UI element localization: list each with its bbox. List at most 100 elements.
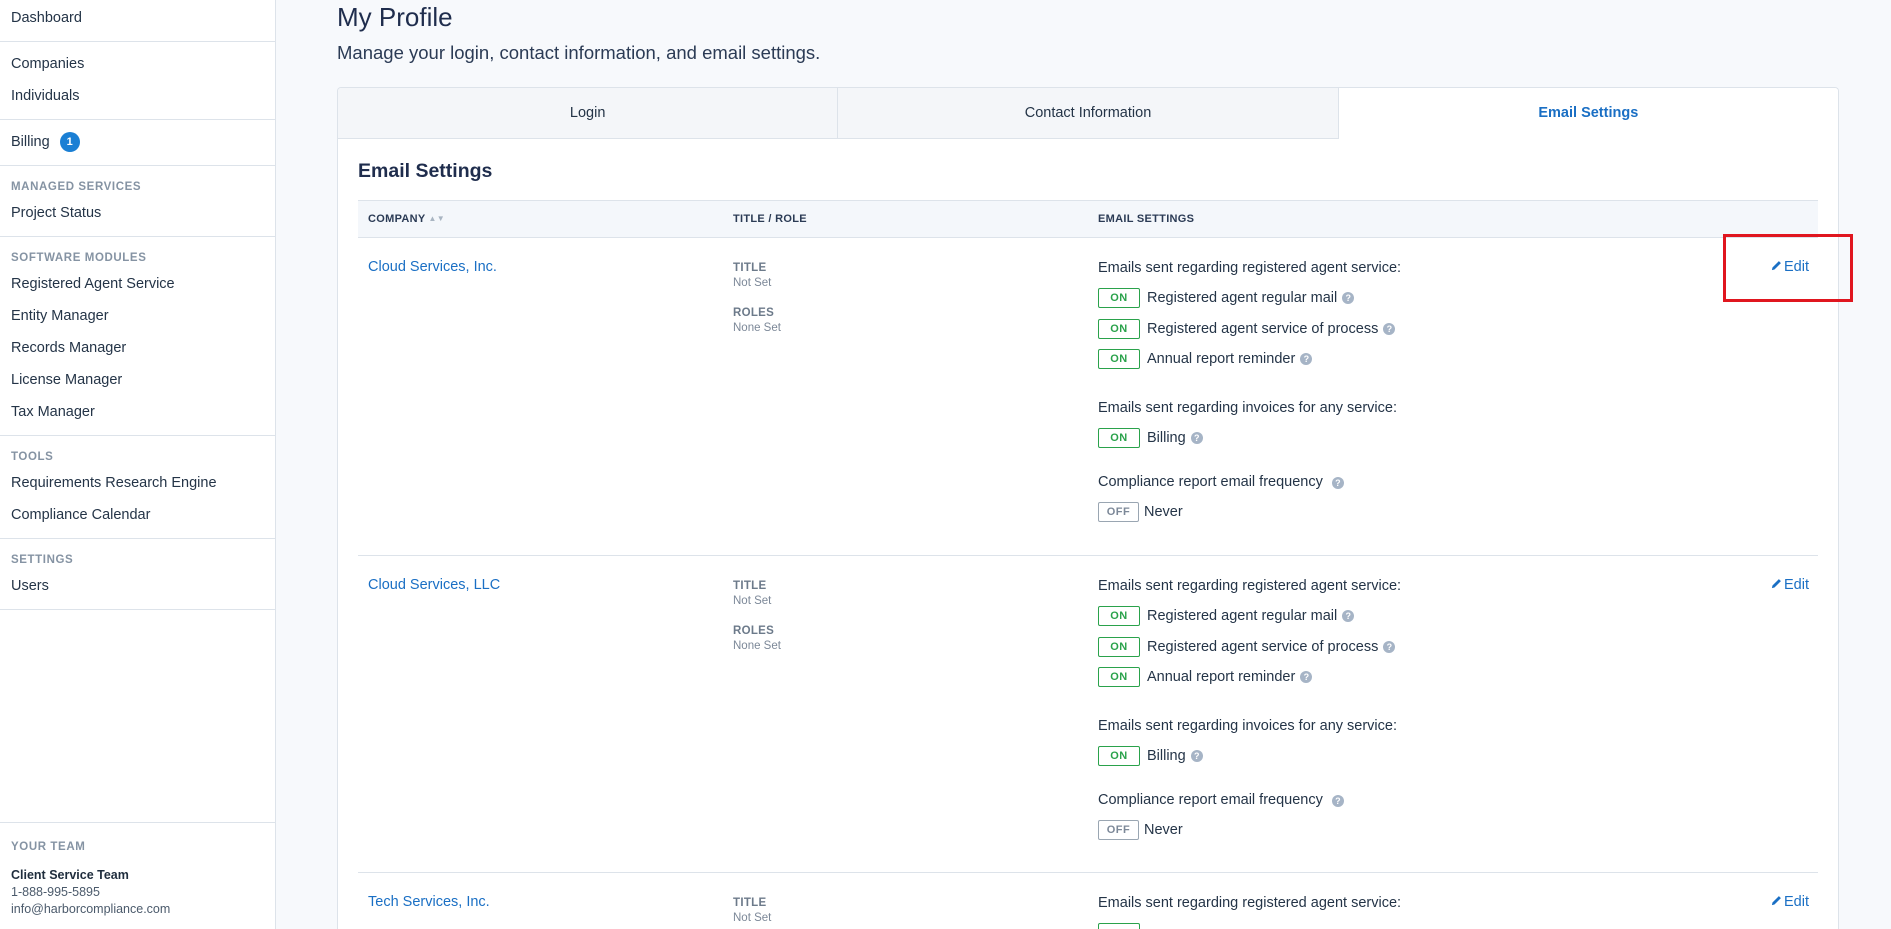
tab-contact-information[interactable]: Contact Information (838, 88, 1339, 139)
tab-email-settings[interactable]: Email Settings (1338, 88, 1838, 139)
sidebar: Dashboard Companies Individuals Billing … (0, 0, 276, 929)
sidebar-item-companies[interactable]: Companies (0, 48, 275, 80)
edit-button[interactable]: Edit (1771, 577, 1809, 593)
tab-login[interactable]: Login (338, 88, 839, 139)
sidebar-item-individuals[interactable]: Individuals (0, 80, 275, 112)
setting-label: Never (1144, 504, 1183, 520)
help-icon[interactable]: ? (1342, 292, 1355, 304)
table-row: Cloud Services, Inc. TITLE Not Set ROLES… (358, 238, 1818, 556)
sidebar-item-records-manager[interactable]: Records Manager (0, 332, 275, 364)
status-badge-off: OFF (1098, 502, 1139, 522)
nav-group-billing: Billing 1 (0, 120, 275, 166)
sidebar-item-registered-agent[interactable]: Registered Agent Service (0, 268, 275, 300)
sidebar-item-compliance-calendar[interactable]: Compliance Calendar (0, 499, 275, 531)
help-icon[interactable]: ? (1300, 353, 1313, 365)
sidebar-item-project-status[interactable]: Project Status (0, 197, 275, 229)
sidebar-item-entity-manager[interactable]: Entity Manager (0, 300, 275, 332)
sidebar-item-dashboard[interactable]: Dashboard (0, 2, 275, 34)
profile-tabs: Login Contact Information Email Settings (338, 88, 1838, 139)
help-icon[interactable]: ? (1342, 610, 1355, 622)
setting-label: Annual report reminder (1147, 669, 1296, 685)
setting-label: Registered agent regular mail (1147, 290, 1338, 306)
sidebar-item-billing[interactable]: Billing 1 (0, 126, 275, 158)
setting-billing: ON Billing ? (1098, 745, 1658, 766)
help-icon[interactable]: ? (1331, 795, 1344, 807)
nav-group-software: SOFTWARE MODULES Registered Agent Servic… (0, 237, 275, 436)
nav-group-settings: SETTINGS Users (0, 539, 275, 610)
setting-regular-mail: ON Registered agent regular mail ? (1098, 288, 1658, 308)
group-title-agent: Emails sent regarding registered agent s… (1098, 895, 1402, 911)
company-link[interactable]: Cloud Services, Inc. (368, 259, 497, 275)
company-link[interactable]: Tech Services, Inc. (368, 894, 490, 910)
email-settings-table: COMPANY ▲▼ TITLE / ROLE EMAIL SETTINGS Cl… (358, 200, 1818, 929)
title-role-cell: TITLE Not Set (733, 896, 771, 929)
group-title-invoices: Emails sent regarding invoices for any s… (1098, 399, 1397, 416)
setting-service-of-process: ON Registered agent service of process ? (1098, 636, 1658, 657)
help-icon[interactable]: ? (1383, 322, 1396, 335)
nav-group-managed: MANAGED SERVICES Project Status (0, 166, 275, 237)
page-subtitle: Manage your login, contact information, … (337, 42, 821, 63)
your-team-panel: YOUR TEAM Client Service Team 1-888-995-… (0, 822, 276, 918)
section-title: Email Settings (358, 160, 493, 182)
sidebar-item-tax-manager[interactable]: Tax Manager (0, 396, 275, 428)
setting-label: Registered agent service of process (1147, 320, 1379, 337)
roles-label: ROLES (733, 625, 775, 637)
edit-button[interactable]: Edit (1771, 259, 1809, 275)
status-badge-on: ON (1098, 288, 1140, 308)
setting-regular-mail (1098, 923, 1658, 929)
edit-label: Edit (1784, 894, 1809, 910)
column-header-company[interactable]: COMPANY ▲▼ (368, 201, 445, 237)
roles-value: None Set (733, 640, 781, 652)
sidebar-item-users[interactable]: Users (0, 570, 275, 602)
setting-regular-mail: ON Registered agent regular mail ? (1098, 606, 1658, 626)
nav-heading-software-modules: SOFTWARE MODULES (11, 252, 147, 264)
nav-heading-tools: TOOLS (11, 451, 54, 463)
help-icon[interactable]: ? (1383, 640, 1396, 653)
title-value: Not Set (733, 277, 772, 289)
page-title: My Profile (337, 2, 453, 32)
title-label: TITLE (733, 262, 767, 274)
company-link[interactable]: Cloud Services, LLC (368, 577, 500, 593)
group-title-label: Compliance report email frequency (1098, 792, 1323, 808)
setting-billing: ON Billing ? (1098, 427, 1658, 448)
column-header-email-settings: EMAIL SETTINGS (1098, 213, 1195, 225)
sidebar-item-license-manager[interactable]: License Manager (0, 364, 275, 396)
team-heading: YOUR TEAM (11, 841, 86, 853)
help-icon[interactable]: ? (1190, 749, 1203, 762)
title-role-cell: TITLE Not Set ROLES None Set (733, 579, 781, 669)
pencil-icon (1771, 577, 1782, 593)
edit-button[interactable]: Edit (1771, 894, 1809, 910)
team-name: Client Service Team (11, 868, 129, 882)
title-role-cell: TITLE Not Set ROLES None Set (733, 261, 781, 351)
title-label: TITLE (733, 580, 767, 592)
group-title-invoices: Emails sent regarding invoices for any s… (1098, 717, 1397, 734)
title-value: Not Set (733, 595, 772, 607)
team-phone[interactable]: 1-888-995-5895 (11, 884, 265, 901)
column-header-title-role: TITLE / ROLE (733, 213, 807, 225)
billing-count-badge: 1 (59, 132, 80, 152)
help-icon[interactable]: ? (1190, 431, 1203, 444)
edit-label: Edit (1784, 259, 1809, 275)
edit-label: Edit (1784, 577, 1809, 593)
status-badge-on: ON (1098, 606, 1140, 626)
setting-label: Billing (1147, 429, 1186, 446)
group-title-label: Compliance report email frequency (1098, 474, 1323, 490)
group-title-agent: Emails sent regarding registered agent s… (1098, 260, 1402, 276)
nav-heading-managed-services: MANAGED SERVICES (11, 181, 142, 193)
team-email[interactable]: info@harborcompliance.com (11, 901, 265, 918)
setting-compliance-frequency: OFF Never (1098, 502, 1658, 522)
group-title-compliance: Compliance report email frequency ? (1098, 473, 1658, 491)
table-header: COMPANY ▲▼ TITLE / ROLE EMAIL SETTINGS (358, 200, 1818, 238)
nav-heading-settings: SETTINGS (11, 554, 74, 566)
sidebar-item-requirements-engine[interactable]: Requirements Research Engine (0, 467, 275, 499)
setting-annual-report: ON Annual report reminder ? (1098, 667, 1658, 687)
setting-service-of-process: ON Registered agent service of process ? (1098, 318, 1658, 339)
help-icon[interactable]: ? (1331, 477, 1344, 489)
roles-label: ROLES (733, 307, 775, 319)
help-icon[interactable]: ? (1300, 671, 1313, 683)
title-label: TITLE (733, 897, 767, 909)
table-row: Tech Services, Inc. TITLE Not Set Emails… (358, 873, 1818, 929)
profile-card: Login Contact Information Email Settings… (337, 87, 1839, 929)
pencil-icon (1771, 259, 1782, 275)
status-badge-on: ON (1098, 636, 1140, 657)
